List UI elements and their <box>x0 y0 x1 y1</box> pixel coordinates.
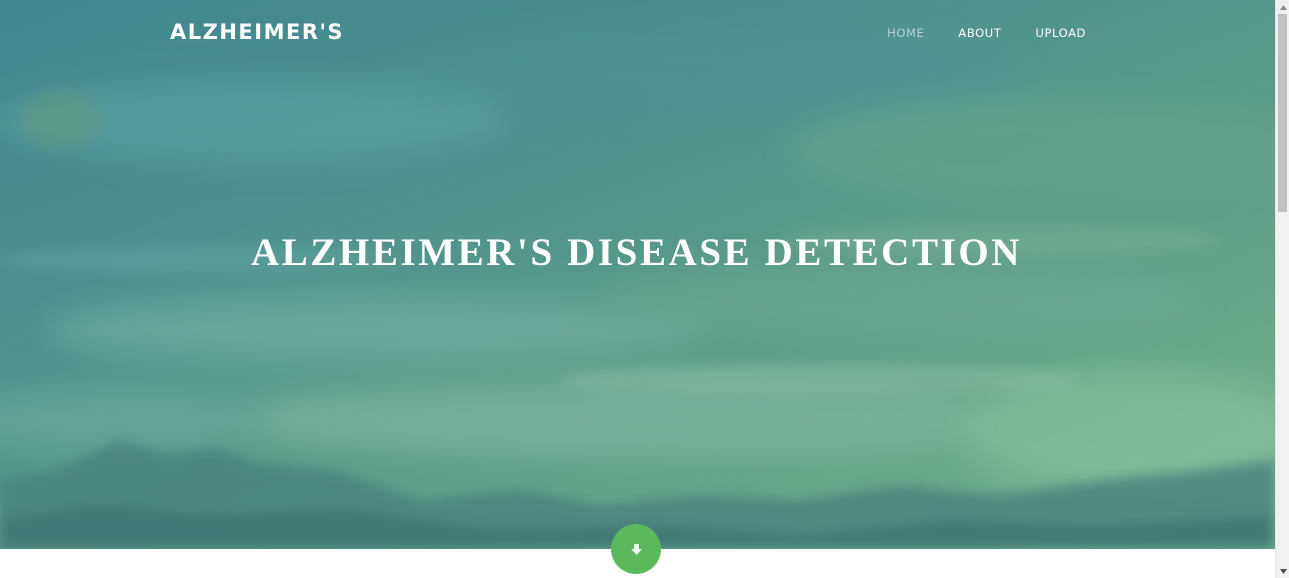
page: ALZHEIMER'S HOME ABOUT UPLOAD ALZHEIMER'… <box>0 0 1289 578</box>
scroll-down-arrow-icon[interactable] <box>1276 564 1289 578</box>
brand-logo[interactable]: ALZHEIMER'S <box>170 20 344 44</box>
vertical-scrollbar[interactable] <box>1275 0 1289 578</box>
arrow-down-icon <box>630 543 642 555</box>
hero-title: ALZHEIMER'S DISEASE DETECTION <box>250 231 1023 274</box>
scrollbar-thumb[interactable] <box>1278 14 1287 212</box>
top-navbar: ALZHEIMER'S HOME ABOUT UPLOAD <box>0 0 1275 66</box>
scroll-up-arrow-icon[interactable] <box>1276 0 1289 14</box>
browser-viewport: ALZHEIMER'S HOME ABOUT UPLOAD ALZHEIMER'… <box>0 0 1275 578</box>
scroll-down-button[interactable] <box>611 524 661 574</box>
nav-link-home[interactable]: HOME <box>870 26 941 40</box>
nav-link-about[interactable]: ABOUT <box>941 26 1018 40</box>
nav-link-upload[interactable]: UPLOAD <box>1018 26 1086 40</box>
hero-section: ALZHEIMER'S HOME ABOUT UPLOAD ALZHEIMER'… <box>0 0 1275 549</box>
nav-links: HOME ABOUT UPLOAD <box>870 26 1086 40</box>
